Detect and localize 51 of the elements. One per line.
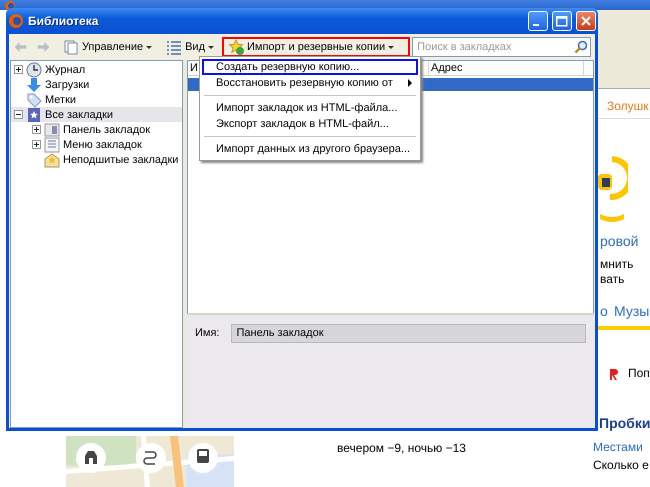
link[interactable]: ровой (600, 233, 638, 249)
pages-icon (62, 39, 79, 55)
close-button[interactable] (576, 11, 596, 31)
submenu-arrow-icon (408, 79, 412, 87)
page-text: мнить (600, 257, 634, 271)
maximize-button[interactable] (552, 11, 572, 31)
tree-item[interactable]: Неподшитые закладки (11, 152, 182, 167)
app-logo-icon (8, 13, 24, 29)
column-header[interactable]: Адрес (429, 61, 584, 75)
toolbar-menu-button[interactable]: Управление (56, 37, 158, 57)
weather-forecast: вечером −9, ночью −13 (337, 441, 466, 455)
section-heading: Пробки (599, 415, 650, 431)
menu-item[interactable]: Экспорт закладок в HTML-файл... (202, 116, 418, 132)
tree-item[interactable]: Меню закладок (11, 137, 182, 152)
expand-icon[interactable] (32, 140, 41, 149)
list-icon (44, 136, 60, 152)
link[interactable]: Местами (593, 440, 643, 454)
name-field[interactable]: Панель закладок (231, 324, 586, 343)
close-icon (581, 16, 591, 26)
menu-item[interactable]: Импорт данных из другого браузера... (202, 141, 418, 157)
tree-item[interactable]: Журнал (11, 62, 182, 77)
maximize-icon (556, 16, 568, 26)
page-text: вать (600, 272, 624, 286)
search-field[interactable]: Поиск в закладках (412, 37, 591, 57)
list-view-icon (166, 39, 182, 55)
tree-item[interactable]: Панель закладок (11, 122, 182, 137)
menu-item[interactable]: Создать резервную копию... (202, 59, 418, 75)
expand-icon[interactable] (14, 65, 23, 74)
page-text: Поп (628, 366, 650, 380)
link[interactable]: о (600, 303, 608, 319)
download-arrow-icon (26, 76, 42, 92)
collapse-icon[interactable] (14, 110, 23, 119)
star-envelope-icon (44, 152, 60, 168)
menu-item[interactable]: Импорт закладок из HTML-файла... (202, 100, 418, 116)
page-text: Сколько е (593, 458, 649, 472)
minimize-icon (532, 24, 538, 26)
tag-icon (26, 92, 42, 108)
tree-item[interactable]: Все закладки (11, 107, 182, 122)
clock-icon (26, 62, 42, 78)
star-refresh-icon (228, 39, 244, 55)
tree-item[interactable]: Метки (11, 92, 182, 107)
minimize-button[interactable] (528, 11, 548, 31)
star-book-icon (26, 106, 42, 122)
search-icon[interactable] (574, 40, 588, 54)
expand-icon[interactable] (32, 125, 41, 134)
menu-item[interactable]: Восстановить резервную копию от (202, 75, 418, 91)
tree-item[interactable]: Загрузки (11, 77, 182, 92)
link[interactable]: Музы (614, 303, 650, 319)
panel-icon (44, 122, 60, 138)
window-title: Библиотека (28, 14, 100, 28)
field-label: Имя: (195, 326, 220, 341)
